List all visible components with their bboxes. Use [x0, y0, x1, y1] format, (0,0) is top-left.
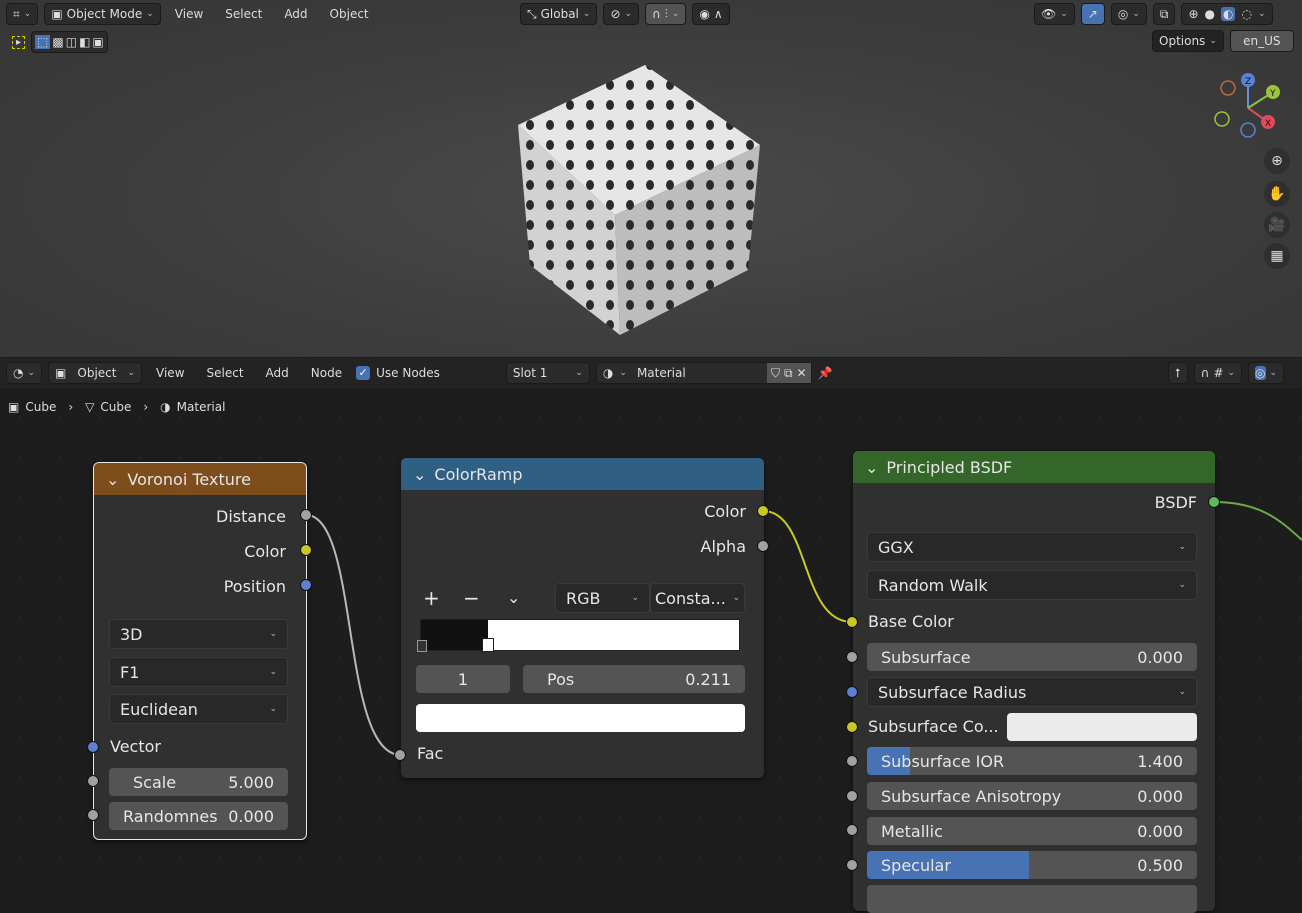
socket-color[interactable] — [757, 505, 769, 517]
position-field[interactable]: Pos 0.211 — [523, 665, 745, 693]
collapse-chevron-icon[interactable]: ⌄ — [413, 465, 426, 484]
metallic-field[interactable]: Metallic 0.000 — [867, 817, 1197, 845]
socket-subsurface-radius[interactable] — [846, 686, 858, 698]
feature-dropdown[interactable]: F1 ⌄ — [109, 657, 288, 687]
output-distance: Distance — [216, 507, 286, 526]
link-distance-fac — [305, 514, 402, 756]
black-region — [421, 620, 489, 650]
socket-color[interactable] — [300, 544, 312, 556]
remove-stop-button[interactable]: − — [463, 586, 480, 610]
socket-subsurface-anisotropy[interactable] — [846, 790, 858, 802]
socket-fac[interactable] — [394, 749, 406, 761]
color-ramp-gradient[interactable] — [417, 619, 740, 652]
socket-subsurface-ior[interactable] — [846, 755, 858, 767]
output-color: Color — [244, 542, 286, 561]
colorramp-node[interactable]: ⌄ ColorRamp Color Alpha + − ⌄ RGB ⌄ Consta… — [394, 458, 769, 778]
distribution-dropdown[interactable]: GGX ⌄ — [867, 532, 1197, 562]
subsurface-ior-field[interactable]: Subsurface IOR 1.400 — [867, 747, 1197, 775]
color-stop-0[interactable] — [417, 640, 427, 652]
scale-field[interactable]: Scale 5.000 — [109, 768, 288, 796]
node-title[interactable]: ⌄ Principled BSDF — [853, 451, 1215, 483]
specular-field[interactable]: Specular 0.500 — [867, 851, 1197, 879]
dimensions-dropdown[interactable]: 3D ⌄ — [109, 619, 288, 649]
stop-color-swatch[interactable] — [416, 704, 745, 732]
node-title[interactable]: ⌄ Voronoi Texture — [94, 463, 306, 495]
socket-metallic[interactable] — [846, 824, 858, 836]
next-field[interactable] — [867, 885, 1197, 913]
socket-bsdf[interactable] — [1208, 496, 1220, 508]
socket-alpha[interactable] — [757, 540, 769, 552]
input-fac: Fac — [417, 744, 444, 763]
color-mode-dropdown[interactable]: RGB ⌄ — [555, 583, 650, 613]
active-stop-index[interactable]: 1 — [416, 665, 510, 693]
socket-vector[interactable] — [87, 741, 99, 753]
socket-distance[interactable] — [300, 509, 312, 521]
input-subsurface-color: Subsurface Co... — [868, 717, 999, 736]
link-color-basecolor — [762, 510, 853, 623]
link-bsdf-output — [1213, 501, 1302, 541]
socket-randomness[interactable] — [87, 809, 99, 821]
chevron-down-icon: ⌄ — [269, 667, 277, 677]
output-alpha: Alpha — [700, 537, 747, 556]
collapse-chevron-icon[interactable]: ⌄ — [106, 470, 119, 489]
output-bsdf: BSDF — [1154, 493, 1197, 512]
metric-dropdown[interactable]: Euclidean ⌄ — [109, 694, 288, 724]
input-vector: Vector — [110, 737, 161, 756]
subsurface-radius-dropdown[interactable]: Subsurface Radius ⌄ — [867, 677, 1197, 707]
add-stop-button[interactable]: + — [423, 586, 440, 610]
color-stop-1[interactable] — [482, 638, 495, 652]
subsurface-field[interactable]: Subsurface 0.000 — [867, 643, 1197, 671]
chevron-down-icon: ⌄ — [269, 629, 277, 639]
socket-subsurface[interactable] — [846, 651, 858, 663]
interpolation-dropdown[interactable]: Consta... ⌄ — [650, 583, 745, 613]
randomness-field[interactable]: Randomnes 0.000 — [109, 802, 288, 830]
output-position: Position — [223, 577, 286, 596]
ramp-menu-chevron-icon[interactable]: ⌄ — [507, 588, 520, 607]
socket-specular[interactable] — [846, 859, 858, 871]
principled-bsdf-node[interactable]: ⌄ Principled BSDF BSDF GGX ⌄ Random Walk ⌄ … — [846, 451, 1220, 913]
socket-base-color[interactable] — [846, 616, 858, 628]
input-base-color: Base Color — [868, 612, 954, 631]
subsurface-method-dropdown[interactable]: Random Walk ⌄ — [867, 570, 1197, 600]
socket-subsurface-color[interactable] — [846, 721, 858, 733]
node-title[interactable]: ⌄ ColorRamp — [401, 458, 764, 490]
output-color: Color — [704, 502, 746, 521]
subsurface-anisotropy-field[interactable]: Subsurface Anisotropy 0.000 — [867, 782, 1197, 810]
collapse-chevron-icon[interactable]: ⌄ — [865, 458, 878, 477]
socket-position[interactable] — [300, 579, 312, 591]
subsurface-color-swatch[interactable] — [1007, 713, 1197, 741]
voronoi-texture-node[interactable]: ⌄ Voronoi Texture Distance Color Position… — [87, 462, 312, 840]
socket-scale[interactable] — [87, 775, 99, 787]
chevron-down-icon: ⌄ — [269, 704, 277, 714]
